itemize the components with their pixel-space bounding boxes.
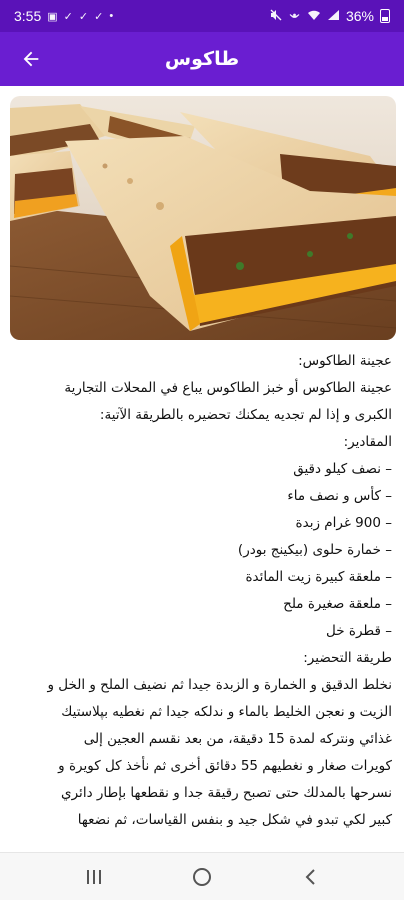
signal-icon	[327, 9, 340, 24]
status-right: 36%	[270, 8, 390, 24]
chevron-left-icon	[305, 868, 315, 885]
download-done-icon-2: ✓	[78, 10, 89, 23]
text-line: نخلط الدقيق و الخمارة و الزبدة جيدا ثم ن…	[47, 677, 392, 693]
ingredient-line: – كأس و نصف ماء	[287, 488, 392, 504]
text-line: المقادير:	[343, 434, 392, 450]
hotspot-icon	[288, 9, 301, 24]
download-done-icon-3: ✓	[94, 10, 104, 23]
mute-icon	[270, 9, 282, 24]
text-line: عجينة الطاكوس أو خبز الطاكوس يباع في الم…	[64, 380, 392, 396]
text-line: الكبرى و إذا لم تجديه يمكنك تحضيره بالطر…	[99, 407, 392, 423]
ingredient-line: – 900 غرام زبدة	[295, 515, 392, 531]
recipe-content[interactable]: عجينة الطاكوس: عجينة الطاكوس أو خبز الطا…	[0, 86, 404, 852]
system-nav-bar	[0, 852, 404, 900]
taco-photo	[10, 96, 396, 340]
text-line: عجينة الطاكوس:	[298, 353, 392, 369]
text-line: غذائي ونتركه لمدة 15 دقيقة، من بعد نقسم …	[83, 731, 392, 747]
recipe-text: عجينة الطاكوس: عجينة الطاكوس أو خبز الطا…	[12, 348, 392, 834]
ingredient-line: – نصف كيلو دقيق	[293, 461, 392, 477]
download-done-icon: ✓	[63, 10, 73, 23]
status-bar: 3:55 ▣ ✓ ✓ ✓ • 36%	[0, 0, 404, 32]
ingredient-line: – ملعقة كبيرة زيت المائدة	[245, 569, 392, 585]
ingredient-line: – ملعقة صغيرة ملح	[283, 596, 392, 612]
wifi-icon	[307, 9, 321, 24]
back-button[interactable]	[14, 42, 48, 76]
battery-icon	[380, 9, 390, 23]
recents-button[interactable]	[74, 857, 114, 897]
gallery-notification-icon: ▣	[47, 10, 58, 23]
text-line: الزيت و نعجن الخليط بالماء و ندلكه جيدا …	[61, 704, 392, 720]
status-time: 3:55	[14, 8, 42, 24]
ingredient-line: – خمارة حلوى (بيكينج بودر)	[237, 542, 392, 558]
recents-icon	[87, 869, 101, 884]
status-left: 3:55 ▣ ✓ ✓ ✓ •	[14, 8, 113, 24]
ingredient-line: – قطرة خل	[326, 623, 392, 639]
text-line: كويرات صغار و نغطيهم 55 دقائق أخرى ثم نأ…	[58, 758, 392, 774]
dot-icon: •	[109, 10, 114, 22]
battery-percentage: 36%	[345, 8, 374, 24]
nav-back-button[interactable]	[290, 857, 330, 897]
home-button[interactable]	[182, 857, 222, 897]
text-line: نسرحها بالمدلك حتى تصبح رقيقة جدا و نقطع…	[61, 785, 392, 801]
text-line: كبير لكي تبدو في شكل جيد و بنفس القياسات…	[77, 812, 392, 828]
app-bar: طاكوس	[0, 32, 404, 86]
arrow-back-icon	[23, 51, 39, 67]
page-title: طاكوس	[164, 48, 240, 70]
text-line: طريقة التحضير:	[303, 650, 392, 666]
home-icon	[193, 867, 211, 886]
